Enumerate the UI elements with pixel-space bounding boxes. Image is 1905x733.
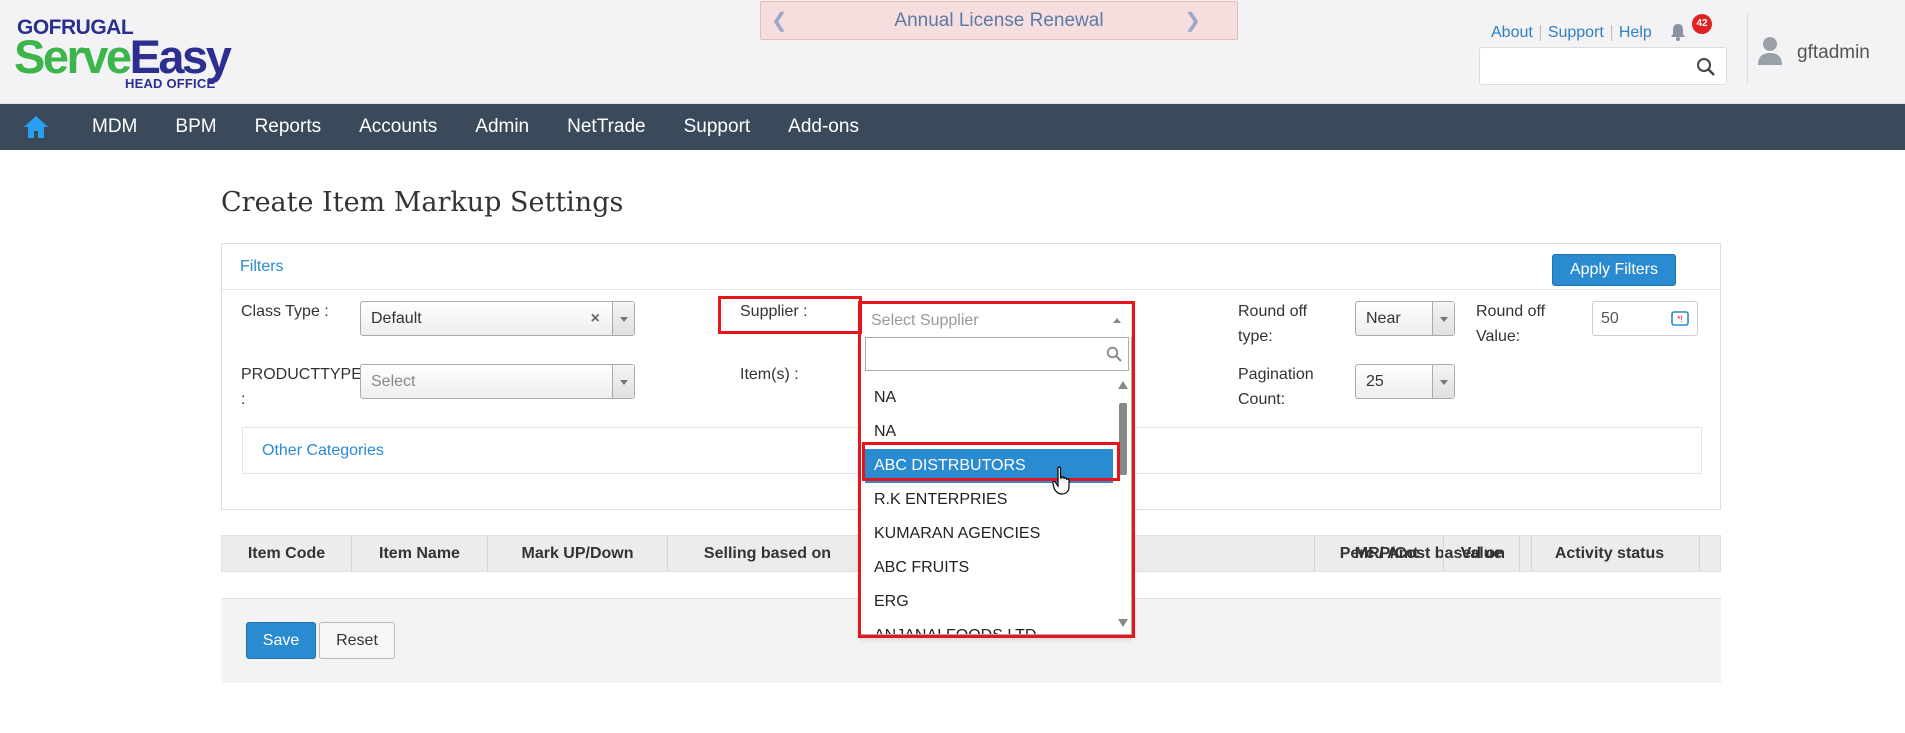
product-type-label-line1: PRODUCTTYPE — [241, 366, 362, 383]
supplier-option[interactable]: NA — [865, 381, 1113, 415]
reset-button[interactable]: Reset — [319, 622, 395, 659]
supplier-dropdown: NA NA ABC DISTRBUTORS R.K ENTERPRIES KUM… — [860, 337, 1132, 635]
hand-cursor-icon — [1052, 466, 1070, 495]
main-nav: MDM BPM Reports Accounts Admin NetTrade … — [0, 104, 1905, 150]
logo-subtitle: HEAD OFFICE — [125, 76, 216, 91]
class-type-select[interactable]: Default × — [360, 301, 635, 336]
chevron-down-icon[interactable] — [612, 365, 634, 398]
nav-item-mdm[interactable]: MDM — [73, 116, 156, 138]
top-links: About Support Help — [1491, 25, 1659, 41]
column-header[interactable]: Selling based on — [668, 536, 868, 571]
product-type-placeholder: Select — [371, 373, 416, 390]
chevron-down-icon[interactable] — [612, 302, 634, 335]
top-header: GOFRUGAL ServeEasy HEAD OFFICE ❮ Annual … — [0, 0, 1905, 104]
round-off-value: 50 — [1601, 310, 1619, 327]
pagination-count-label: Pagination Count: — [1238, 362, 1314, 412]
round-off-type-label-line2: type: — [1238, 328, 1273, 345]
nav-item-accounts[interactable]: Accounts — [340, 116, 456, 138]
supplier-placeholder: Select Supplier — [871, 312, 979, 329]
supplier-option[interactable]: R.K ENTERPRIES — [865, 483, 1113, 517]
apply-filters-button[interactable]: Apply Filters — [1552, 254, 1676, 286]
nav-item-support[interactable]: Support — [665, 116, 770, 138]
pagination-label-line1: Pagination — [1238, 366, 1314, 383]
product-type-label-line2: : — [241, 391, 246, 408]
nav-item-bpm[interactable]: BPM — [156, 116, 235, 138]
column-header[interactable]: Item Name — [352, 536, 488, 571]
supplier-label: Supplier : — [740, 303, 808, 320]
class-type-value: Default — [371, 310, 422, 327]
dropdown-scrollbar[interactable] — [1117, 381, 1129, 627]
user-avatar-icon[interactable] — [1757, 36, 1783, 66]
chevron-right-icon[interactable]: ❯ — [1184, 8, 1201, 33]
home-icon[interactable] — [23, 115, 49, 139]
supplier-search-input[interactable] — [865, 337, 1129, 371]
supplier-option[interactable]: ABC FRUITS — [865, 551, 1113, 585]
supplier-option[interactable]: ANJANAI FOODS LTD — [865, 619, 1113, 634]
bell-icon[interactable] — [1668, 22, 1688, 42]
username[interactable]: gftadmin — [1797, 42, 1870, 64]
nav-item-nettrade[interactable]: NetTrade — [548, 116, 665, 138]
supplier-option-highlighted[interactable]: ABC DISTRBUTORS — [865, 449, 1113, 483]
round-off-type-value: Near — [1366, 310, 1401, 327]
global-search-input[interactable] — [1479, 47, 1727, 85]
chevron-down-icon[interactable] — [1432, 365, 1454, 398]
round-off-type-label-line1: Round off — [1238, 303, 1308, 320]
other-categories-link[interactable]: Other Categories — [262, 442, 384, 460]
scrollbar-thumb[interactable] — [1119, 403, 1127, 475]
filters-heading[interactable]: Filters — [240, 258, 284, 276]
search-icon — [1106, 346, 1122, 362]
supplier-options-list: NA NA ABC DISTRBUTORS R.K ENTERPRIES KUM… — [865, 381, 1113, 634]
filters-header: Filters Apply Filters — [222, 244, 1720, 290]
clear-icon[interactable]: × — [591, 310, 600, 328]
notification-badge: 42 — [1692, 14, 1712, 34]
help-link[interactable]: Help — [1612, 25, 1659, 41]
supplier-option[interactable]: KUMARAN AGENCIES — [865, 517, 1113, 551]
product-type-label: PRODUCTTYPE : — [241, 362, 362, 412]
about-link[interactable]: About — [1491, 25, 1541, 41]
scroll-up-icon[interactable] — [1118, 381, 1128, 389]
class-type-label: Class Type : — [241, 303, 329, 320]
column-header[interactable]: Perc / Amt — [1314, 536, 1444, 571]
round-off-type-select[interactable]: Near — [1355, 301, 1455, 336]
column-header[interactable]: Activity status — [1520, 536, 1700, 571]
column-header[interactable]: Item Code — [222, 536, 352, 571]
pagination-count-select[interactable]: 25 — [1355, 364, 1455, 399]
scroll-down-icon[interactable] — [1118, 619, 1128, 627]
supplier-select[interactable]: Select Supplier — [860, 303, 1132, 338]
pagination-count-value: 25 — [1366, 373, 1384, 390]
product-type-select[interactable]: Select — [360, 364, 635, 399]
search-icon[interactable] — [1696, 57, 1716, 77]
keypad-icon[interactable]: *! — [1671, 310, 1689, 328]
logo-product-serve: Serve — [14, 30, 132, 83]
pagination-label-line2: Count: — [1238, 391, 1286, 408]
support-link[interactable]: Support — [1541, 25, 1612, 41]
items-label: Item(s) : — [740, 366, 799, 383]
license-banner: ❮ Annual License Renewal ❯ — [760, 1, 1238, 40]
nav-item-addons[interactable]: Add-ons — [769, 116, 878, 138]
banner-text[interactable]: Annual License Renewal — [761, 10, 1237, 32]
save-button[interactable]: Save — [246, 622, 316, 659]
round-off-value-label: Round off Value: — [1476, 299, 1545, 349]
logo-product: ServeEasy — [14, 30, 232, 83]
nav-item-reports[interactable]: Reports — [236, 116, 341, 138]
round-off-value-input[interactable]: 50 *! — [1592, 301, 1698, 336]
nav-item-admin[interactable]: Admin — [456, 116, 548, 138]
svg-text:*!: *! — [1677, 314, 1683, 324]
header-divider — [1747, 14, 1748, 84]
chevron-down-icon[interactable] — [1432, 302, 1454, 335]
column-header[interactable]: Mark UP/Down — [488, 536, 668, 571]
supplier-option[interactable]: NA — [865, 415, 1113, 449]
gofrugal-logo[interactable]: GOFRUGAL ServeEasy HEAD OFFICE — [14, 16, 254, 91]
page-title: Create Item Markup Settings — [221, 187, 624, 218]
round-off-value-label-line1: Round off — [1476, 303, 1546, 320]
column-header[interactable]: Value — [1444, 536, 1520, 571]
supplier-option[interactable]: ERG — [865, 585, 1113, 619]
round-off-type-label: Round off type: — [1238, 299, 1307, 349]
chevron-up-icon[interactable] — [1113, 318, 1121, 323]
round-off-value-label-line2: Value: — [1476, 328, 1521, 345]
